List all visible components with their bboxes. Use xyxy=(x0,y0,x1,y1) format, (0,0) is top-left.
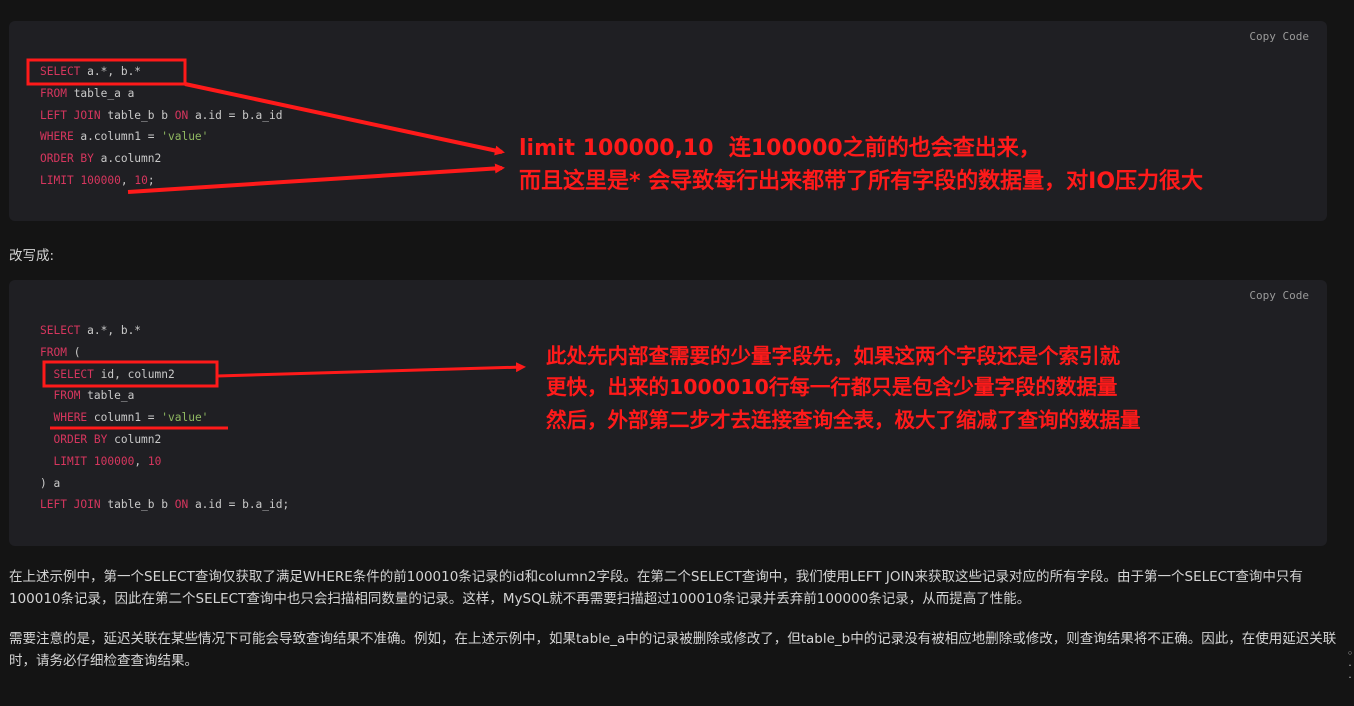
code-token: a.*, b.* xyxy=(80,324,142,337)
code-token: ON xyxy=(174,498,189,512)
code-token: 'value' xyxy=(161,130,209,144)
copy-code-button[interactable]: Copy Code xyxy=(1249,30,1309,43)
code-token: a.*, b.* xyxy=(80,65,142,78)
code-token: column1 = xyxy=(87,411,162,425)
code-token: 100000 xyxy=(80,174,121,187)
annotation-note-2-line-3: 然后，外部第二步才去连接查询全表，极大了缩减了查询的数据量 xyxy=(546,408,1141,432)
code-token: FROM xyxy=(53,389,81,403)
code-line: ORDER BY a.column2 xyxy=(40,152,161,166)
code-token: FROM xyxy=(40,86,67,100)
code-token: a.id = b.a_id xyxy=(188,108,283,122)
code-token: SELECT xyxy=(40,324,81,337)
code-token: 100000 xyxy=(93,454,135,468)
code-line: FROM ( xyxy=(40,346,80,360)
code-token: WHERE xyxy=(40,130,74,144)
code-token: 10 xyxy=(147,454,162,468)
code-token: a.column1 = xyxy=(73,130,162,144)
code-line: WHERE column1 = 'value' xyxy=(40,411,208,425)
code-token: 'value' xyxy=(161,411,209,425)
code-line: LIMIT 100000, 10; xyxy=(40,174,155,188)
code-token: WHERE xyxy=(53,411,88,425)
code-token: SELECT xyxy=(40,65,81,78)
code-line: FROM table_a xyxy=(40,389,134,403)
code-token: ( xyxy=(66,345,81,359)
code-line: FROM table_a a xyxy=(40,87,134,101)
caution-paragraph: 需要注意的是，延迟关联在某些情况下可能会导致查询结果不准确。例如，在上述示例中，… xyxy=(9,631,1337,669)
code-token: LIMIT xyxy=(40,174,74,187)
code-line: LIMIT 100000, 10 xyxy=(40,455,161,469)
rewrite-label: 改写成: xyxy=(9,248,55,264)
annotation-note-1-line-1: limit 100000,10 连100000之前的也会查出来， xyxy=(519,136,1041,161)
code-line: ) a xyxy=(40,477,60,491)
annotation-note-1-line-2: 而且这里是* 会导致每行出来都带了所有字段的数据量，对IO压力很大 xyxy=(519,169,1204,194)
code-token: ORDER BY xyxy=(53,433,108,446)
scrollbar-handle[interactable]: ◦ · · xyxy=(1346,648,1354,688)
code-token: ORDER BY xyxy=(40,152,94,166)
code-token: LEFT JOIN xyxy=(40,108,101,122)
explanation-paragraph: 在上述示例中，第一个SELECT查询仅获取了满足WHERE条件的前100010条… xyxy=(9,569,1303,607)
code-token: table_a xyxy=(80,389,135,403)
code-token: table_b b xyxy=(100,108,175,122)
code-token: a.id = b.a_id; xyxy=(188,498,290,512)
code-token: FROM xyxy=(40,345,67,359)
code-token: table_b b xyxy=(100,498,175,512)
code-token: 10 xyxy=(134,174,148,187)
code-token: ; xyxy=(147,174,155,187)
copy-code-button[interactable]: Copy Code xyxy=(1249,289,1309,302)
code-token: column2 xyxy=(107,433,162,446)
code-line: WHERE a.column1 = 'value' xyxy=(40,130,208,144)
code-line: LEFT JOIN table_b b ON a.id = b.a_id; xyxy=(40,498,289,512)
code-line: LEFT JOIN table_b b ON a.id = b.a_id xyxy=(40,109,283,123)
code-line: SELECT id, column2 xyxy=(40,367,175,382)
code-token: LIMIT xyxy=(53,454,88,468)
annotation-note-2-line-2: 更快，出来的1000010行每一行都只是包含少量字段的数据量 xyxy=(546,375,1118,399)
code-token: ON xyxy=(174,108,189,122)
code-token: table_a a xyxy=(66,86,135,100)
annotation-note-2-line-1: 此处先内部查需要的少量字段先，如果这两个字段还是个索引就 xyxy=(546,344,1120,368)
code-token: , xyxy=(134,454,148,468)
code-token: SELECT xyxy=(53,367,94,381)
code-token: LEFT JOIN xyxy=(40,498,101,512)
code-token: ) a xyxy=(40,476,61,490)
page: Copy Code SELECT a.*, b.* FROM table_a a L… xyxy=(0,0,1354,706)
code-token: id, column2 xyxy=(93,367,175,381)
code-line: ORDER BY column2 xyxy=(40,433,161,447)
code-token: , xyxy=(120,174,135,187)
code-token: a.column2 xyxy=(93,152,162,166)
code-line: SELECT a.*, b.* xyxy=(40,324,141,338)
code-line: SELECT a.*, b.* xyxy=(40,65,141,79)
